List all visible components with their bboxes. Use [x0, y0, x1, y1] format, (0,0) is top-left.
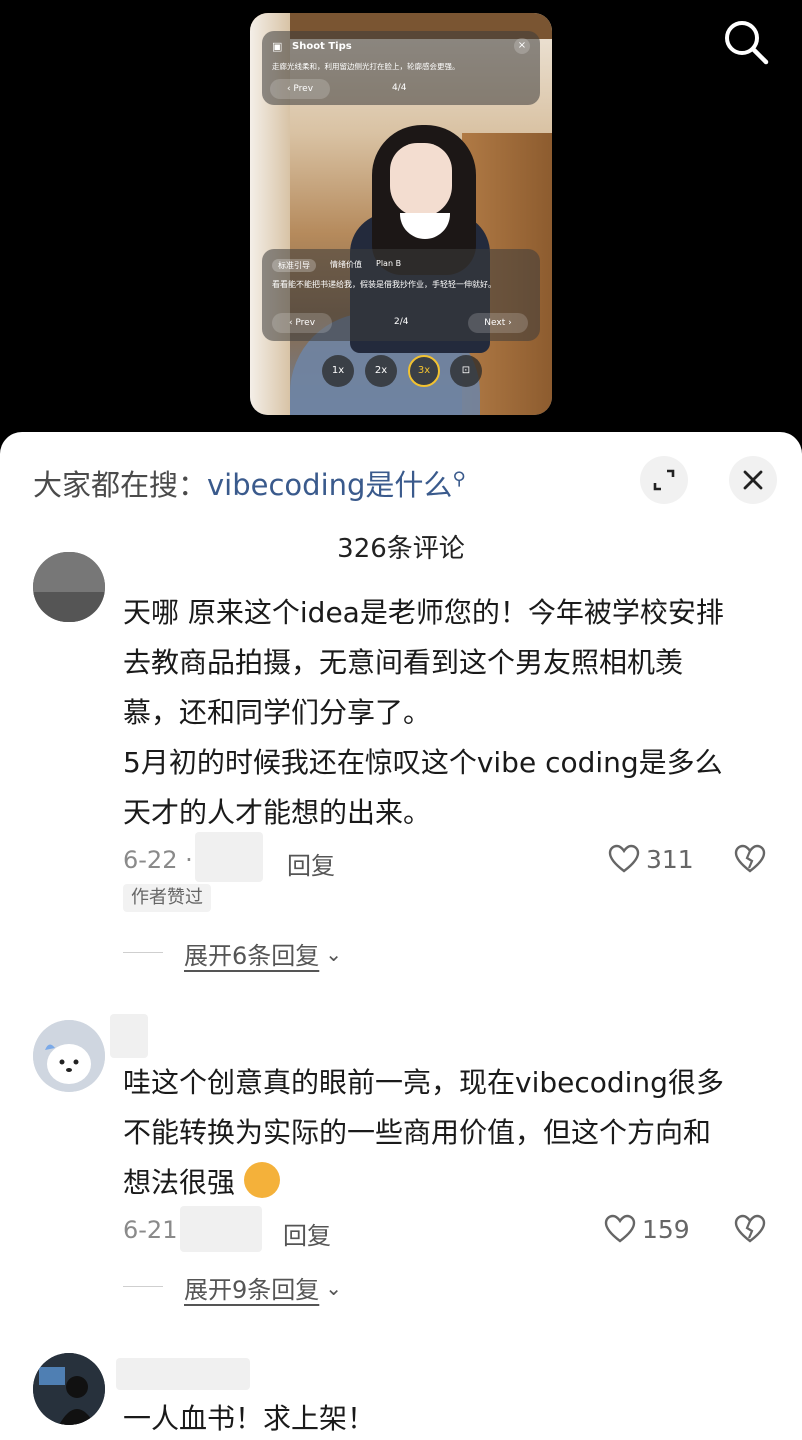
- guide-body: 看看能不能把书递给我，假装是借我抄作业，手轻轻一伸就好。: [272, 280, 496, 289]
- zoom-3x-button[interactable]: 3x: [408, 355, 440, 387]
- like-count: 159: [642, 1214, 690, 1244]
- tips-prev-button[interactable]: ‹ Prev: [270, 79, 330, 99]
- comment-line-text: 想法很强: [123, 1166, 236, 1199]
- grinning-emoji-icon: [243, 1162, 280, 1198]
- expand-replies-label: 展开6条回复: [184, 942, 320, 970]
- tab-emotion[interactable]: 情绪价值: [330, 259, 362, 272]
- reply-button[interactable]: 回复: [287, 846, 335, 881]
- expand-replies-label: 展开9条回复: [184, 1276, 320, 1304]
- hot-search-prefix: 大家都在搜：: [33, 468, 208, 502]
- dislike-button[interactable]: [734, 844, 766, 878]
- zoom-2x-button[interactable]: 2x: [365, 355, 397, 387]
- expand-icon: [653, 469, 675, 491]
- chevron-down-icon: ⌄: [325, 1275, 343, 1300]
- comment-count: 326条评论: [337, 534, 465, 564]
- tab-plan-b[interactable]: Plan B: [376, 259, 401, 272]
- redacted-username: [116, 1358, 250, 1390]
- search-icon[interactable]: [718, 14, 774, 70]
- camera-app-preview: ▣ Shoot Tips × 走廊光线柔和，利用留边侧光打在脸上，轮廓感会更强。…: [250, 13, 552, 415]
- expand-replies-button[interactable]: 展开6条回复 ⌄: [123, 936, 343, 971]
- comment-sheet: 大家都在搜：vibecoding是什么⚲ 326条评论 天哪 原来这个idea是…: [0, 432, 802, 1440]
- comment-line: 去教商品拍摄，无意间看到这个男友照相机羡: [123, 646, 684, 679]
- redacted-username: [110, 1014, 148, 1058]
- heart-icon: [604, 1214, 636, 1243]
- divider: [123, 952, 163, 953]
- comment-text: 一人血书！求上架！: [123, 1394, 763, 1440]
- subject-face: [390, 143, 452, 217]
- expand-replies-button[interactable]: 展开9条回复 ⌄: [123, 1270, 343, 1305]
- comment-date: 6-22 ·: [123, 846, 193, 874]
- comment-line: 不能转换为实际的一些商用价值，但这个方向和: [123, 1116, 712, 1149]
- comment-line: 一人血书！求上架！: [123, 1402, 376, 1435]
- avatar[interactable]: [33, 552, 105, 622]
- comment-line: 5月初的时候我还在惊叹这个vibe coding是多么: [123, 746, 723, 779]
- comment-text: 哇这个创意真的眼前一亮，现在vibecoding很多 不能转换为实际的一些商用价…: [123, 1058, 763, 1208]
- like-count: 311: [646, 844, 694, 874]
- close-icon: [743, 470, 763, 490]
- search-small-icon: ⚲: [452, 468, 466, 490]
- divider: [123, 1286, 163, 1287]
- heart-icon: [608, 844, 640, 873]
- chevron-down-icon: ⌄: [325, 941, 343, 966]
- comment-date: 6-21: [123, 1216, 178, 1244]
- guide-page-indicator: 2/4: [394, 317, 409, 327]
- broken-heart-icon: [734, 1214, 766, 1243]
- comment-line: 慕，还和同学们分享了。: [123, 696, 432, 729]
- guide-next-button[interactable]: Next ›: [468, 313, 528, 333]
- hot-search-query[interactable]: vibecoding是什么: [207, 468, 452, 502]
- author-liked-badge: 作者赞过: [123, 884, 211, 912]
- avatar[interactable]: [33, 1020, 105, 1092]
- camera-icon: ▣: [272, 40, 283, 53]
- avatar[interactable]: [33, 1353, 105, 1425]
- tab-standard[interactable]: 标准引导: [272, 259, 316, 272]
- hot-search-bar[interactable]: 大家都在搜：vibecoding是什么⚲: [33, 462, 466, 504]
- shoot-tips-card: ▣ Shoot Tips × 走廊光线柔和，利用留边侧光打在脸上，轮廓感会更强。…: [262, 31, 540, 105]
- shoot-tips-title: Shoot Tips: [292, 41, 352, 52]
- tips-page-indicator: 4/4: [392, 83, 407, 93]
- comment-line: 想法很强: [123, 1158, 763, 1208]
- like-button[interactable]: 311: [608, 844, 694, 874]
- expand-button[interactable]: [640, 456, 688, 504]
- unlock-icon[interactable]: ⊡: [450, 355, 482, 387]
- guide-card: 标准引导 情绪价值 Plan B 看看能不能把书递给我，假装是借我抄作业，手轻轻…: [262, 249, 540, 341]
- dislike-button[interactable]: [734, 1214, 766, 1248]
- close-icon[interactable]: ×: [514, 38, 530, 54]
- guide-tabs: 标准引导 情绪价值 Plan B: [272, 259, 401, 272]
- comment-text: 天哪 原来这个idea是老师您的！今年被学校安排 去教商品拍摄，无意间看到这个男…: [123, 588, 763, 838]
- comment-line: 天哪 原来这个idea是老师您的！今年被学校安排: [123, 596, 724, 629]
- reply-button[interactable]: 回复: [283, 1216, 331, 1251]
- redacted-location: [180, 1206, 262, 1252]
- like-button[interactable]: 159: [604, 1214, 690, 1244]
- close-button[interactable]: [729, 456, 777, 504]
- guide-prev-button[interactable]: ‹ Prev: [272, 313, 332, 333]
- video-preview[interactable]: ▣ Shoot Tips × 走廊光线柔和，利用留边侧光打在脸上，轮廓感会更强。…: [0, 0, 802, 445]
- comment-line: 天才的人才能想的出来。: [123, 796, 432, 829]
- comment-line: 哇这个创意真的眼前一亮，现在vibecoding很多: [123, 1066, 724, 1099]
- zoom-1x-button[interactable]: 1x: [322, 355, 354, 387]
- broken-heart-icon: [734, 844, 766, 873]
- shoot-tips-body: 走廊光线柔和，利用留边侧光打在脸上，轮廓感会更强。: [272, 62, 460, 71]
- redacted-location: [195, 832, 263, 882]
